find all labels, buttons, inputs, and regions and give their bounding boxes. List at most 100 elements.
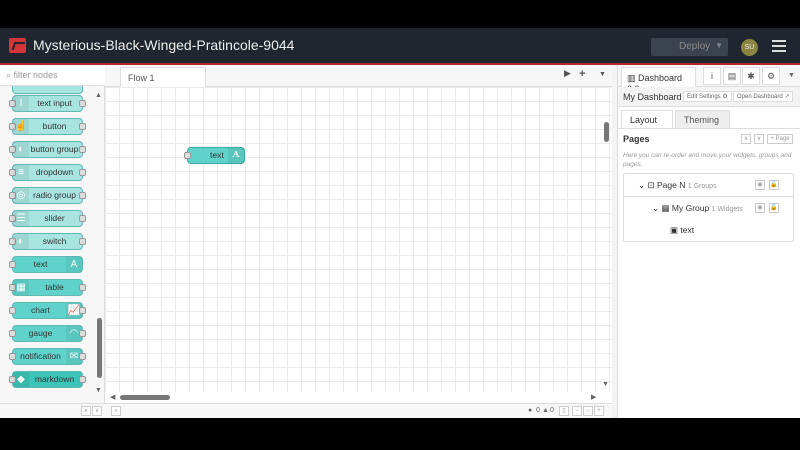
palette-node-label: gauge (28, 328, 53, 338)
vertical-scrollbar[interactable] (604, 122, 609, 142)
deploy-button[interactable]: Deploy ▼ (651, 38, 728, 56)
scroll-tabs-icon[interactable]: ▶ (564, 68, 571, 79)
output-port (79, 238, 86, 245)
input-port (9, 307, 16, 314)
layout-tree: ⌄ ⊡ Page N 1 Groups ◉ 🔓 ⌄ ▦ My Group 1 W… (623, 173, 794, 242)
output-port (79, 284, 86, 291)
zoom-reset-button[interactable]: ○ (583, 406, 593, 416)
input-port[interactable] (184, 152, 191, 159)
chevron-down-icon[interactable]: ▼ (715, 41, 723, 50)
scroll-left-icon[interactable]: ◀ (110, 393, 115, 401)
eye-icon[interactable]: ◉ (755, 203, 765, 213)
table-icon: ▦ (13, 280, 29, 295)
add-flow-icon[interactable]: + (579, 68, 585, 80)
palette-node-label: switch (42, 236, 67, 246)
book-icon[interactable]: ▤ (723, 67, 741, 85)
output-port (79, 192, 86, 199)
markdown-icon: ◆ (13, 372, 29, 387)
palette-node[interactable]: ◐ button group (9, 141, 86, 158)
header: Mysterious-Black-Winged-Pratincole-9044 … (0, 28, 800, 65)
output-port (79, 146, 86, 153)
flow-list-icon[interactable]: ▼ (599, 71, 606, 78)
toggle-icon: ◐ (13, 234, 29, 249)
warning-count[interactable]: 0 (550, 407, 554, 414)
debug-icon[interactable]: ✱ (742, 67, 760, 85)
add-page-button[interactable]: + Page (767, 134, 793, 144)
toggle-icon: ◐ (13, 142, 29, 157)
palette-node[interactable]: ☝ button (9, 118, 86, 135)
palette-node[interactable]: ☰ slider (9, 210, 86, 227)
expand-all-button[interactable]: ∨ (92, 406, 102, 416)
letter-a-icon: A (66, 257, 82, 272)
gear-icon[interactable]: ⚙ (762, 67, 780, 85)
group-row[interactable]: ⌄ ▦ My Group 1 Widgets ◉ 🔓 (624, 197, 793, 220)
node-red-logo (9, 38, 26, 53)
page-row[interactable]: ⌄ ⊡ Page N 1 Groups ◉ 🔓 (624, 174, 793, 197)
flow-tabs: Flow 1 ▶ + ▼ (105, 65, 612, 88)
tab-theming[interactable]: Theming (675, 110, 730, 128)
tab-layout[interactable]: Layout (621, 110, 673, 128)
workspace: Flow 1 ▶ + ▼ text A ▼ ◀ ▶ ⌕ ● 0 ▲ 0 ▯ − … (105, 65, 612, 418)
palette-scrollbar[interactable] (97, 318, 102, 378)
eye-icon[interactable]: ◉ (755, 180, 765, 190)
palette-node[interactable]: 📈 chart (9, 302, 86, 319)
widget-row[interactable]: ▣ text (624, 220, 793, 242)
navigator-button[interactable]: ▯ (559, 406, 569, 416)
info-icon[interactable]: i (703, 67, 721, 85)
horizontal-scrollbar[interactable] (120, 395, 170, 400)
palette-footer: ∧ ∨ (0, 403, 105, 418)
hamburger-menu-icon[interactable] (772, 40, 786, 52)
error-count[interactable]: 0 (536, 407, 540, 414)
palette-node[interactable]: ✉ notification (9, 348, 86, 365)
avatar[interactable]: SU (741, 39, 758, 56)
palette-node[interactable]: ◐ switch (9, 233, 86, 250)
collapse-all-button[interactable]: ∧ (81, 406, 91, 416)
palette-node[interactable]: ▦ table (9, 279, 86, 296)
page-icon: ⊡ (647, 180, 655, 190)
palette-node[interactable]: ◎ radio group (9, 187, 86, 204)
image-icon: ▣ (670, 225, 679, 235)
scroll-right-icon[interactable]: ▶ (591, 393, 596, 401)
text-node[interactable]: text A (184, 147, 245, 164)
move-down-button[interactable]: ∨ (754, 134, 764, 144)
tab-flow-1[interactable]: Flow 1 (120, 67, 206, 88)
open-dashboard-button[interactable]: Open Dashboard ↗ (733, 91, 794, 102)
input-port (9, 261, 16, 268)
app-title: Mysterious-Black-Winged-Pratincole-9044 (33, 37, 295, 53)
unlock-icon[interactable]: 🔓 (769, 203, 779, 213)
output-port (79, 169, 86, 176)
flow-canvas[interactable]: text A ▼ (105, 87, 612, 392)
dashboard-name: My Dashboard (623, 92, 682, 102)
palette-node[interactable]: ◠ gauge (9, 325, 86, 342)
chart-bar-icon: ▥ (627, 73, 639, 83)
tab-dashboard[interactable]: ▥ Dashboard 2.0 (621, 67, 696, 94)
deploy-label: Deploy (679, 41, 711, 52)
output-port (79, 330, 86, 337)
output-port (79, 123, 86, 130)
palette-node-partial[interactable] (12, 86, 83, 94)
scroll-down-icon[interactable]: ▼ (95, 387, 102, 394)
output-port (79, 353, 86, 360)
filter-nodes-input[interactable]: ⌕ filter nodes (0, 65, 105, 86)
radio-icon: ◎ (13, 188, 29, 203)
workspace-footer: ⌕ ● 0 ▲ 0 ▯ − ○ + (105, 403, 612, 418)
letter-a-icon: A (228, 148, 244, 163)
palette-node[interactable]: ≡ dropdown (9, 164, 86, 181)
palette-node[interactable]: Itext input (9, 95, 86, 112)
move-up-button[interactable]: ∧ (741, 134, 751, 144)
zoom-in-button[interactable]: + (594, 406, 604, 416)
unlock-icon[interactable]: 🔓 (769, 180, 779, 190)
chevron-down-icon[interactable]: ⌄ (652, 203, 659, 213)
palette-node-label: chart (31, 305, 50, 315)
chevron-down-icon[interactable]: ▼ (788, 72, 795, 79)
text-cursor-icon: I (13, 96, 29, 111)
edit-settings-button[interactable]: Edit Settings ⚙ (683, 91, 732, 102)
search-flows-button[interactable]: ⌕ (111, 406, 121, 416)
scroll-down-icon[interactable]: ▼ (602, 381, 609, 388)
chevron-down-icon[interactable]: ⌄ (638, 180, 645, 190)
pages-description: Here you can re-order and move your widg… (623, 152, 792, 168)
zoom-out-button[interactable]: − (572, 406, 582, 416)
palette-node[interactable]: ◆ markdown (9, 371, 86, 388)
palette-node[interactable]: Atext (9, 256, 83, 273)
scroll-up-icon[interactable]: ▲ (95, 92, 102, 99)
